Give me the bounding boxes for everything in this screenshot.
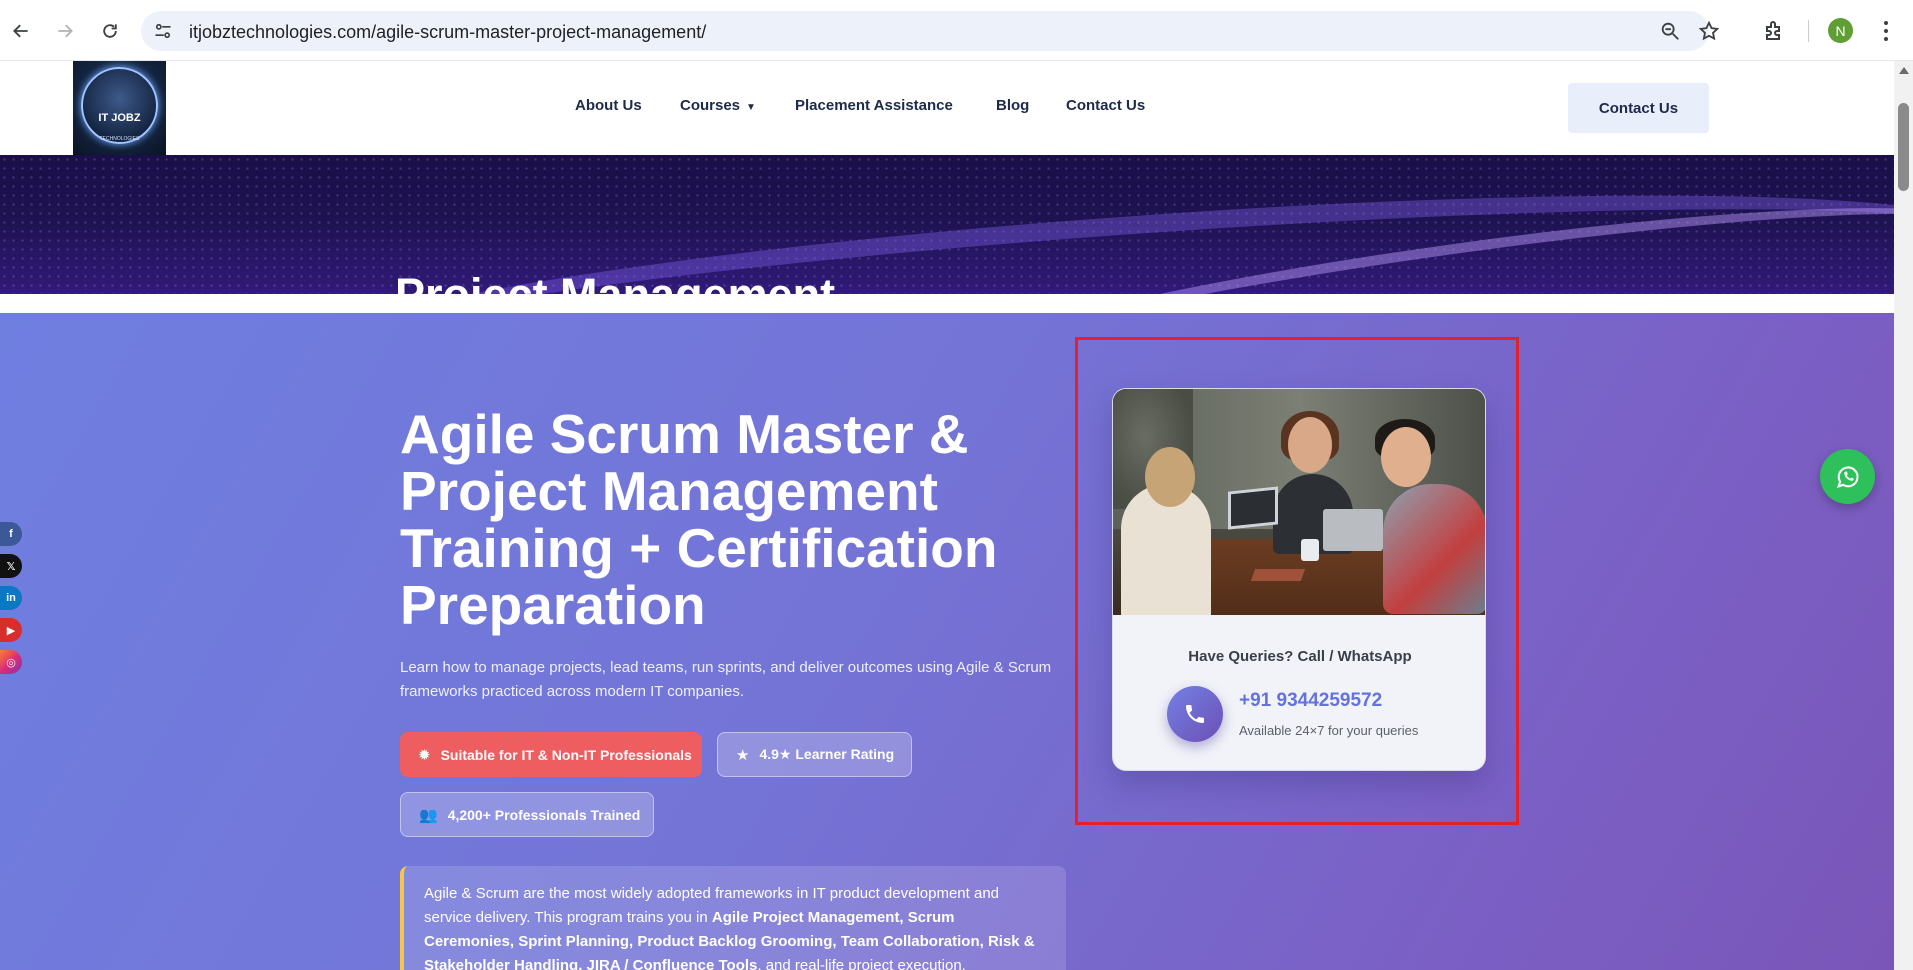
address-bar[interactable]: itjobztechnologies.com/agile-scrum-maste… [141, 11, 1720, 51]
badge-trained: 👥 4,200+ Professionals Trained [400, 792, 654, 837]
photo-laptop [1228, 486, 1278, 530]
toolbar-divider [1808, 20, 1809, 42]
banner-title: Project Management [395, 269, 835, 294]
badge-burst-icon: ✹ [418, 746, 431, 764]
reload-icon[interactable] [95, 16, 125, 46]
course-hero-section: Agile Scrum Master & Project Management … [0, 313, 1894, 970]
nav-blog[interactable]: Blog [996, 97, 1029, 114]
phone-number-link[interactable]: +91 9344259572 [1239, 690, 1382, 712]
logo-subtext: TECHNOLOGIES [99, 136, 140, 142]
site-logo[interactable]: IT JOBZ TECHNOLOGIES [73, 61, 166, 155]
availability-note: Available 24×7 for your queries [1239, 723, 1419, 738]
zoom-icon[interactable] [1659, 20, 1681, 42]
badge-trained-label: 4,200+ Professionals Trained [447, 806, 641, 823]
badge-suitable-label: Suitable for IT & Non-IT Professionals [440, 746, 692, 763]
hero-banner: Project Management [0, 155, 1894, 294]
whatsapp-float-button[interactable] [1820, 449, 1875, 504]
contact-us-button[interactable]: Contact Us [1568, 83, 1709, 133]
back-arrow-icon[interactable] [6, 16, 36, 46]
photo-person-head [1145, 447, 1195, 507]
badge-suitable: ✹ Suitable for IT & Non-IT Professionals [400, 732, 702, 777]
url-text[interactable]: itjobztechnologies.com/agile-scrum-maste… [189, 22, 706, 43]
photo-person-head [1288, 417, 1332, 473]
photo-laptop [1323, 509, 1383, 551]
photo-person-head [1381, 427, 1431, 487]
nav-contact-us[interactable]: Contact Us [1066, 97, 1145, 114]
phone-icon[interactable] [1167, 686, 1223, 742]
program-info-box: Agile & Scrum are the most widely adopte… [400, 866, 1066, 970]
star-icon: ★ [736, 746, 750, 764]
bookmark-star-icon[interactable] [1698, 20, 1720, 42]
nav-placement-assistance[interactable]: Placement Assistance [795, 97, 953, 114]
badge-rating-label: 4.9★ Learner Rating [759, 746, 895, 762]
profile-avatar[interactable]: N [1828, 18, 1853, 43]
whatsapp-icon [1836, 465, 1859, 488]
query-card-heading: Have Queries? Call / WhatsApp [1188, 648, 1412, 665]
nav-about-us[interactable]: About Us [575, 97, 642, 114]
extensions-puzzle-icon[interactable] [1762, 19, 1786, 43]
forward-arrow-icon[interactable] [50, 16, 80, 46]
photo-person [1383, 484, 1485, 614]
info-text-tail: , and real-life project execution. [757, 957, 966, 970]
kebab-menu-icon[interactable] [1876, 18, 1896, 44]
scroll-up-arrow-icon[interactable] [1899, 67, 1909, 74]
photo-mug [1301, 539, 1319, 561]
nav-courses[interactable]: Courses ▼ [680, 97, 756, 114]
page-scrollbar[interactable] [1894, 61, 1913, 970]
students-photo [1113, 389, 1485, 615]
photo-notebook [1250, 569, 1306, 581]
nav-courses-label: Courses [680, 97, 741, 114]
caret-down-icon: ▼ [746, 102, 756, 113]
course-description: Learn how to manage projects, lead teams… [400, 659, 1052, 700]
users-icon: 👥 [419, 806, 438, 824]
section-spacer [0, 294, 1894, 313]
browser-toolbar: itjobztechnologies.com/agile-scrum-maste… [0, 0, 1913, 61]
badge-rating: ★ 4.9★ Learner Rating [717, 732, 912, 777]
logo-text: IT JOBZ [98, 112, 141, 124]
scrollbar-thumb[interactable] [1898, 103, 1909, 191]
site-header: IT JOBZ TECHNOLOGIES About Us Courses ▼ P… [0, 61, 1894, 155]
site-info-icon[interactable] [153, 21, 173, 41]
query-contact-card: Have Queries? Call / WhatsApp +91 934425… [1112, 388, 1486, 771]
logo-ring [81, 67, 158, 144]
course-title: Agile Scrum Master & Project Management … [400, 403, 998, 636]
